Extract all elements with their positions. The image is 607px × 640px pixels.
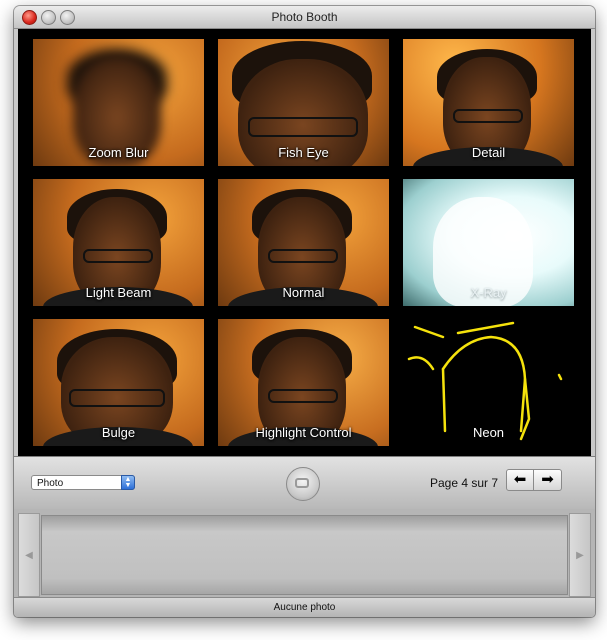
arrow-right-icon: ➡: [541, 471, 554, 488]
status-bar: Aucune photo: [14, 597, 595, 617]
effect-label: Normal: [282, 285, 325, 300]
strip-scroll-left-button[interactable]: ◀: [18, 513, 40, 597]
mode-select-value: Photo: [37, 478, 64, 489]
effect-tile-x-ray[interactable]: X-Ray: [403, 179, 574, 306]
effect-label: Light Beam: [85, 285, 152, 300]
effect-tile-bulge[interactable]: Bulge: [33, 319, 204, 446]
effect-label: Fish Eye: [278, 145, 329, 160]
effect-label: X-Ray: [470, 285, 507, 300]
take-photo-button[interactable]: [286, 467, 320, 501]
stepper-arrows-icon: ▲ ▼: [121, 475, 135, 490]
title-bar: Photo Booth: [14, 6, 595, 29]
effect-tile-highlight-control[interactable]: Highlight Control: [218, 319, 389, 446]
effect-tile-normal[interactable]: Normal: [218, 179, 389, 306]
arrow-left-icon: ⬅: [513, 471, 527, 488]
tile-image: [268, 249, 338, 263]
effect-label: Detail: [471, 145, 506, 160]
next-page-button[interactable]: ➡: [534, 469, 562, 491]
tile-image: [83, 249, 153, 263]
effect-label: Zoom Blur: [88, 145, 149, 160]
photo-strip: ◀ ▶: [14, 509, 595, 597]
effects-grid: Zoom Blur Fish Eye Detail Light Beam Nor…: [18, 29, 591, 456]
tile-image: [268, 389, 338, 403]
effect-label: Highlight Control: [255, 425, 352, 440]
photo-strip-well: [41, 515, 568, 595]
tile-image: [453, 109, 523, 123]
effect-label: Neon: [472, 425, 505, 440]
triangle-right-icon: ▶: [576, 550, 584, 561]
previous-page-button[interactable]: ⬅: [506, 469, 534, 491]
window-title: Photo Booth: [271, 10, 338, 24]
photo-booth-window: Photo Booth Zoom Blur Fish Eye Detail Li…: [14, 6, 595, 617]
tile-image: [248, 117, 358, 137]
effect-tile-detail[interactable]: Detail: [403, 39, 574, 166]
camera-icon: [295, 478, 309, 488]
tile-image: [69, 389, 165, 407]
effect-tile-neon[interactable]: Neon: [403, 319, 574, 446]
page-indicator: Page 4 sur 7: [430, 476, 499, 490]
toolbar: Photo ▲ ▼ Page 4 sur 7 ⬅ ➡: [14, 456, 595, 510]
effect-tile-light-beam[interactable]: Light Beam: [33, 179, 204, 306]
strip-scroll-right-button[interactable]: ▶: [569, 513, 591, 597]
mode-select[interactable]: Photo ▲ ▼: [31, 475, 135, 490]
triangle-left-icon: ◀: [25, 550, 33, 561]
status-text: Aucune photo: [273, 602, 336, 613]
effect-tile-zoom-blur[interactable]: Zoom Blur: [33, 39, 204, 166]
effect-tile-fish-eye[interactable]: Fish Eye: [218, 39, 389, 166]
effect-label: Bulge: [101, 425, 136, 440]
